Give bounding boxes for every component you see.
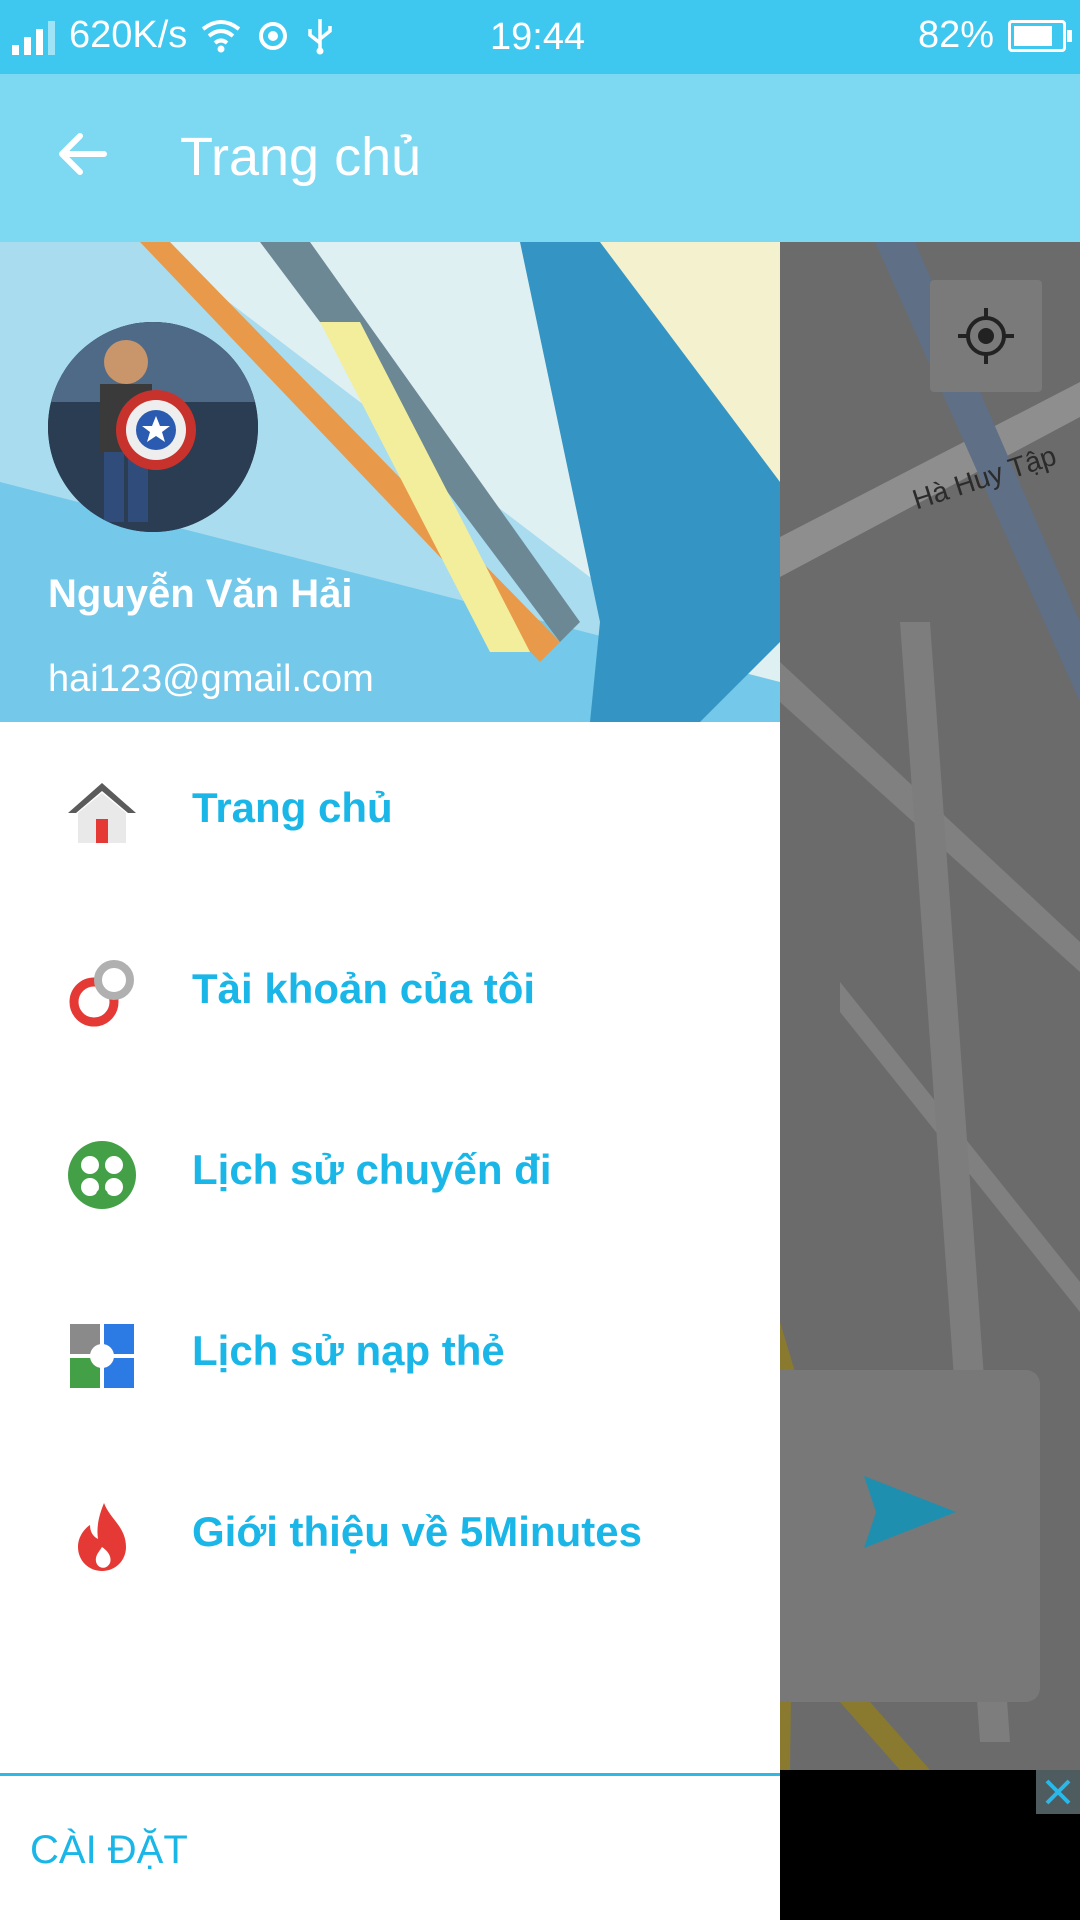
- menu-item-account[interactable]: Tài khoản của tôi: [0, 903, 780, 1084]
- drawer-menu: Trang chủ Tài khoản của tôi Lịch sử chuy…: [0, 722, 780, 1627]
- divider: [0, 1773, 780, 1776]
- status-bar: 620K/s 19:44 82%: [0, 0, 1080, 74]
- menu-item-topup-history[interactable]: Lịch sử nạp thẻ: [0, 1265, 780, 1446]
- navigation-drawer: Nguyễn Văn Hải hai123@gmail.com Trang ch…: [0, 242, 780, 1920]
- trip-history-icon: [68, 1141, 136, 1209]
- menu-item-label: Tài khoản của tôi: [192, 965, 536, 1012]
- menu-item-label: Lịch sử chuyến đi: [192, 1146, 552, 1193]
- user-email: hai123@gmail.com: [48, 658, 374, 700]
- wifi-icon: [202, 19, 241, 52]
- topup-history-icon: [70, 1324, 134, 1388]
- drawer-header: Nguyễn Văn Hải hai123@gmail.com: [0, 242, 780, 722]
- clock: 19:44: [490, 16, 586, 58]
- settings-button[interactable]: CÀI ĐẶT: [30, 1828, 188, 1873]
- account-icon: [69, 960, 134, 1027]
- menu-item-label: Lịch sử nạp thẻ: [192, 1327, 505, 1374]
- map-view[interactable]: Hà Huy Tập: [780, 242, 1080, 1770]
- page-title: Trang chủ: [180, 127, 422, 187]
- menu-item-label: Trang chủ: [192, 784, 393, 831]
- crosshair-icon: [958, 308, 1014, 364]
- battery-percent: 82%: [917, 14, 994, 56]
- avatar[interactable]: [48, 322, 258, 532]
- send-icon[interactable]: [860, 1472, 960, 1552]
- app-bar: Trang chủ: [0, 74, 1080, 242]
- ad-banner[interactable]: [780, 1770, 1080, 1920]
- menu-item-home[interactable]: Trang chủ: [0, 722, 780, 903]
- back-arrow-icon[interactable]: [52, 124, 112, 184]
- usb-icon: [308, 18, 333, 54]
- location-icon: [259, 21, 288, 50]
- close-ad-icon[interactable]: [1036, 1770, 1080, 1814]
- menu-item-trip-history[interactable]: Lịch sử chuyến đi: [0, 1084, 780, 1265]
- menu-item-about[interactable]: Giới thiệu về 5Minutes: [0, 1446, 780, 1627]
- battery-icon: [1008, 19, 1072, 52]
- home-icon: [68, 783, 136, 843]
- avatar-image: [48, 322, 258, 532]
- user-name: Nguyễn Văn Hải: [48, 572, 353, 616]
- signal-icon: [12, 17, 55, 55]
- network-speed: 620K/s: [69, 14, 188, 56]
- menu-item-label: Giới thiệu về 5Minutes: [192, 1508, 642, 1555]
- my-location-button[interactable]: [930, 280, 1042, 392]
- flame-icon: [78, 1503, 126, 1571]
